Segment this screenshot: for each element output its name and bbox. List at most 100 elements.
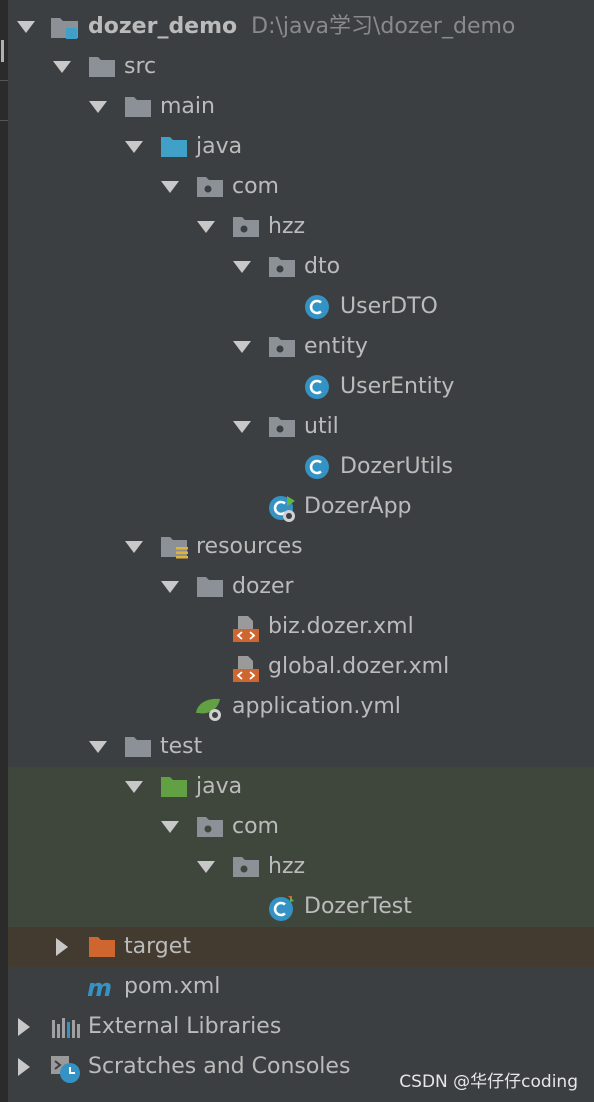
xml-file-icon: [232, 615, 259, 642]
tree-node-dozertest[interactable]: DozerTest: [8, 887, 594, 927]
node-label: pom.xml: [124, 974, 221, 999]
node-label: entity: [304, 334, 368, 359]
node-label: DozerApp: [304, 494, 412, 519]
project-name: dozer_demo D:\java学习\dozer_demo: [88, 7, 515, 47]
tree-node-main[interactable]: main: [8, 87, 594, 127]
java-class-icon: [304, 375, 330, 399]
folder-icon: [124, 95, 151, 119]
package-icon: [268, 335, 295, 359]
node-label: hzz: [268, 214, 306, 239]
node-label: DozerUtils: [340, 454, 453, 479]
source-folder-icon: [160, 135, 187, 159]
expand-arrow-icon[interactable]: [124, 527, 144, 567]
svg-text:m: m: [87, 975, 112, 1001]
spring-config-icon: [194, 695, 221, 721]
folder-icon: [196, 575, 223, 599]
project-name-text: dozer_demo: [88, 14, 238, 39]
tree-node-util[interactable]: util: [8, 407, 594, 447]
node-label: target: [124, 934, 191, 959]
tree-node-userentity[interactable]: UserEntity: [8, 367, 594, 407]
tree-node-test[interactable]: test: [8, 727, 594, 767]
collapse-arrow-icon[interactable]: [14, 1007, 34, 1047]
node-label: com: [232, 814, 279, 839]
package-icon: [268, 255, 295, 279]
gutter-divider: [0, 120, 8, 121]
expand-arrow-icon[interactable]: [88, 87, 108, 127]
package-icon: [232, 855, 259, 879]
tree-node-test-com[interactable]: com: [8, 807, 594, 847]
project-path: D:\java学习\dozer_demo: [251, 14, 516, 39]
package-icon: [196, 815, 223, 839]
collapse-arrow-icon[interactable]: [52, 927, 72, 967]
tree-node-project-root[interactable]: dozer_demo D:\java学习\dozer_demo: [8, 7, 594, 47]
expand-arrow-icon[interactable]: [52, 47, 72, 87]
spring-boot-class-icon: [268, 495, 295, 522]
folder-icon: [124, 735, 151, 759]
tree-node-resources[interactable]: resources: [8, 527, 594, 567]
tree-node-dto[interactable]: dto: [8, 247, 594, 287]
node-label: biz.dozer.xml: [268, 614, 414, 639]
node-label: main: [160, 94, 215, 119]
node-label: util: [304, 414, 339, 439]
package-icon: [232, 215, 259, 239]
node-label: dozer: [232, 574, 294, 599]
editor-gutter-strip: [0, 0, 8, 1102]
project-tree: dozer_demo D:\java学习\dozer_demo src main …: [8, 7, 594, 1087]
tree-node-global-xml[interactable]: global.dozer.xml: [8, 647, 594, 687]
tree-node-dozerutils[interactable]: DozerUtils: [8, 447, 594, 487]
java-class-icon: [304, 455, 330, 479]
tree-node-main-com[interactable]: com: [8, 167, 594, 207]
node-label: External Libraries: [88, 1014, 282, 1039]
node-label: src: [124, 54, 157, 79]
tree-node-userdto[interactable]: UserDTO: [8, 287, 594, 327]
xml-file-icon: [232, 655, 259, 682]
expand-arrow-icon[interactable]: [16, 7, 36, 47]
node-label: Scratches and Consoles: [88, 1054, 351, 1079]
library-icon: [50, 1015, 82, 1039]
tree-node-external-libraries[interactable]: External Libraries: [8, 1007, 594, 1047]
tree-node-entity[interactable]: entity: [8, 327, 594, 367]
tree-node-main-java[interactable]: java: [8, 127, 594, 167]
tree-node-application-yml[interactable]: application.yml: [8, 687, 594, 727]
collapse-arrow-icon[interactable]: [14, 1047, 34, 1087]
expand-arrow-icon[interactable]: [232, 407, 252, 447]
expand-arrow-icon[interactable]: [232, 247, 252, 287]
expand-arrow-icon[interactable]: [160, 567, 180, 607]
tree-node-main-hzz[interactable]: hzz: [8, 207, 594, 247]
node-label: com: [232, 174, 279, 199]
node-label: DozerTest: [304, 894, 412, 919]
gutter-marker: [1, 40, 4, 62]
test-class-icon: [268, 895, 294, 921]
expand-arrow-icon[interactable]: [160, 807, 180, 847]
expand-arrow-icon[interactable]: [124, 767, 144, 807]
node-label: application.yml: [232, 694, 401, 719]
csdn-watermark: CSDN @华仔仔coding: [399, 1072, 578, 1092]
tree-node-dozerapp[interactable]: DozerApp: [8, 487, 594, 527]
tree-node-test-hzz[interactable]: hzz: [8, 847, 594, 887]
expand-arrow-icon[interactable]: [196, 207, 216, 247]
resources-folder-icon: [160, 535, 188, 559]
expand-arrow-icon[interactable]: [196, 847, 216, 887]
node-label: UserDTO: [340, 294, 438, 319]
tree-node-pom[interactable]: m pom.xml: [8, 967, 594, 1007]
node-label: java: [196, 134, 243, 159]
tree-node-src[interactable]: src: [8, 47, 594, 87]
node-label: UserEntity: [340, 374, 455, 399]
package-icon: [268, 415, 295, 439]
expand-arrow-icon[interactable]: [232, 327, 252, 367]
expand-arrow-icon[interactable]: [160, 167, 180, 207]
tree-node-dozer-dir[interactable]: dozer: [8, 567, 594, 607]
folder-icon: [88, 55, 115, 79]
node-label: hzz: [268, 854, 306, 879]
tree-node-target[interactable]: target: [8, 927, 594, 967]
node-label: global.dozer.xml: [268, 654, 450, 679]
node-label: java: [196, 774, 243, 799]
expand-arrow-icon[interactable]: [88, 727, 108, 767]
package-icon: [196, 175, 223, 199]
excluded-folder-icon: [88, 935, 115, 959]
node-label: dto: [304, 254, 341, 279]
gutter-divider: [0, 80, 8, 81]
tree-node-test-java[interactable]: java: [8, 767, 594, 807]
tree-node-biz-xml[interactable]: biz.dozer.xml: [8, 607, 594, 647]
expand-arrow-icon[interactable]: [124, 127, 144, 167]
